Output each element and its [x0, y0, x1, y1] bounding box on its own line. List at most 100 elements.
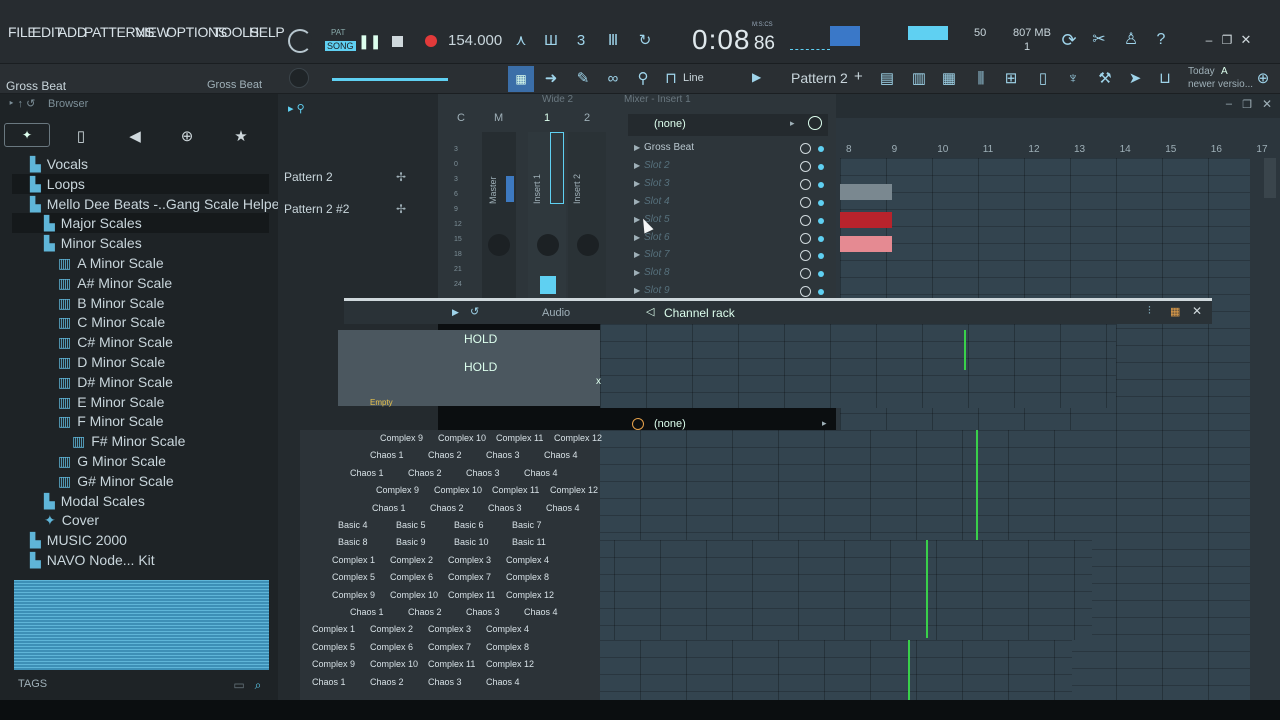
step-sequencer-area[interactable]: [600, 324, 1116, 408]
slot-mix-knob[interactable]: [800, 178, 811, 190]
wand-icon[interactable]: ⚒: [1094, 68, 1116, 90]
channel-rack-close-icon[interactable]: ✕: [1192, 304, 1202, 318]
pan-knob-master[interactable]: [488, 234, 510, 256]
effect-slot[interactable]: ▶ Slot 2: [628, 160, 824, 176]
magnet-icon[interactable]: ⊓: [660, 68, 682, 90]
gross-beat-plugin-strip[interactable]: HOLD HOLD Empty x: [338, 330, 601, 407]
news-text[interactable]: newer versio...: [1188, 79, 1253, 90]
browser-item[interactable]: ▥ G# Minor Scale: [12, 471, 269, 491]
brush-icon[interactable]: ✎: [572, 68, 594, 90]
preset-item[interactable]: Chaos 4: [524, 468, 558, 478]
effect-slot[interactable]: ▶ Slot 5: [628, 214, 824, 230]
preset-item[interactable]: Complex 10: [438, 433, 486, 443]
preset-item[interactable]: Basic 9: [396, 537, 426, 547]
main-pitch-slider[interactable]: [332, 78, 448, 81]
preset-item[interactable]: Complex 11: [492, 485, 539, 495]
slot-mix-knob[interactable]: [800, 160, 811, 172]
refresh-icon[interactable]: ⟳: [1058, 29, 1080, 51]
browser-item[interactable]: ▥ G Minor Scale: [12, 451, 269, 471]
preset-item[interactable]: Basic 5: [396, 520, 426, 530]
preset-item[interactable]: Complex 10: [434, 485, 482, 495]
preset-item[interactable]: Complex 2: [370, 624, 413, 634]
browser-item[interactable]: ▙ Mello Dee Beats -..Gang Scale Helpers: [12, 194, 291, 214]
browser-tab-web-icon[interactable]: ⊕: [176, 126, 198, 148]
preset-item[interactable]: Complex 6: [390, 572, 433, 582]
insert-2-track[interactable]: Insert 2: [568, 132, 606, 302]
preset-item[interactable]: Chaos 2: [428, 450, 462, 460]
audio-clip-grey[interactable]: [840, 184, 892, 200]
preset-item[interactable]: Basic 4: [338, 520, 368, 530]
metronome-icon[interactable]: ⋏: [510, 30, 532, 52]
slot-enable-led[interactable]: [818, 199, 824, 206]
browser-icon[interactable]: ⊞: [1000, 68, 1022, 90]
preset-item[interactable]: Chaos 3: [488, 503, 522, 513]
browser-item[interactable]: ✦ Cover: [12, 510, 269, 530]
preset-item[interactable]: Complex 9: [380, 433, 423, 443]
preset-item[interactable]: Complex 3: [428, 624, 471, 634]
slot-enable-led[interactable]: [818, 163, 824, 170]
slot-enable-led[interactable]: [818, 235, 824, 242]
channel-rack-icon[interactable]: ▦: [938, 68, 960, 90]
browser-item[interactable]: ▥ F# Minor Scale: [12, 431, 269, 451]
preset-item[interactable]: Chaos 4: [524, 607, 558, 617]
channel-rack-undo-icon[interactable]: ↺: [470, 305, 479, 318]
preset-item[interactable]: Chaos 2: [430, 503, 464, 513]
preset-item[interactable]: Complex 12: [486, 659, 534, 669]
menu-add[interactable]: ADD: [58, 24, 87, 40]
preset-item[interactable]: Basic 6: [454, 520, 484, 530]
preset-item[interactable]: Complex 11: [448, 590, 495, 600]
effect-slot[interactable]: ▶ Gross Beat: [628, 142, 824, 158]
slot-mix-knob[interactable]: [800, 286, 811, 298]
preset-item[interactable]: Chaos 1: [312, 677, 346, 687]
preset-item[interactable]: Chaos 2: [408, 468, 442, 478]
preset-item[interactable]: Complex 4: [506, 555, 549, 565]
preset-item[interactable]: Chaos 1: [350, 607, 384, 617]
slot-enable-led[interactable]: [818, 289, 824, 296]
preset-item[interactable]: Complex 12: [550, 485, 598, 495]
preset-item[interactable]: Chaos 3: [466, 607, 500, 617]
playlist-button[interactable]: ▦: [508, 66, 534, 92]
preset-item[interactable]: Complex 8: [486, 642, 529, 652]
channel-rack-grid-icon[interactable]: ▦: [1170, 305, 1180, 318]
cart-icon[interactable]: ⊔: [1154, 68, 1176, 90]
preset-item[interactable]: Chaos 2: [370, 677, 404, 687]
preset-item[interactable]: Chaos 3: [466, 468, 500, 478]
browser-item[interactable]: ▙ Major Scales: [12, 213, 269, 234]
master-track[interactable]: Master: [482, 132, 516, 302]
file-icon[interactable]: ▯: [1032, 68, 1054, 90]
wait-record-icon[interactable]: Ш: [540, 30, 562, 52]
mixer-icon[interactable]: ⫼: [970, 68, 992, 90]
slot-mix-knob[interactable]: [800, 143, 811, 154]
slot-mix-knob[interactable]: [800, 214, 811, 226]
insert-slot-header[interactable]: (none) ▸: [628, 114, 828, 136]
preset-item[interactable]: Chaos 1: [372, 503, 406, 513]
channel-rack-titlebar[interactable]: ▶ ↺ Audio ◁ Channel rack ⫶ ▦ ✕: [344, 298, 1212, 324]
loop-record-icon[interactable]: ↻: [634, 30, 656, 52]
preset-item[interactable]: Basic 8: [338, 537, 368, 547]
preset-item[interactable]: Basic 10: [454, 537, 489, 547]
preset-item[interactable]: Complex 5: [332, 572, 375, 582]
menu-view[interactable]: VIEW: [135, 24, 170, 40]
channel-filter[interactable]: Audio: [542, 307, 570, 319]
piano-roll-area[interactable]: [594, 430, 1094, 540]
preset-item[interactable]: Complex 2: [390, 555, 433, 565]
playlist-restore-icon[interactable]: ❐: [1242, 98, 1252, 111]
preset-item[interactable]: Chaos 1: [370, 450, 404, 460]
hint-knob[interactable]: [289, 68, 309, 88]
audio-clip-pink[interactable]: [840, 236, 892, 252]
browser-item[interactable]: ▥ B Minor Scale: [12, 293, 269, 313]
stop-button[interactable]: [392, 36, 403, 47]
preset-item[interactable]: Complex 6: [370, 642, 413, 652]
fader-insert-1[interactable]: [540, 276, 556, 294]
slot-mix-knob[interactable]: [800, 196, 811, 208]
effect-slot[interactable]: ▶ Slot 7: [628, 249, 824, 265]
browser-item[interactable]: ▥ A Minor Scale: [12, 253, 269, 273]
browser-tab-sound-icon[interactable]: ◀: [124, 126, 146, 148]
arrow-icon[interactable]: ➜: [540, 68, 562, 90]
preset-item[interactable]: Complex 4: [486, 624, 529, 634]
slot-enable-led[interactable]: [818, 271, 824, 278]
preset-item[interactable]: Complex 11: [496, 433, 543, 443]
tempo-display[interactable]: 154.000: [448, 30, 502, 52]
preset-item[interactable]: Basic 11: [512, 537, 546, 547]
browser-item[interactable]: ▥ A# Minor Scale: [12, 273, 269, 293]
